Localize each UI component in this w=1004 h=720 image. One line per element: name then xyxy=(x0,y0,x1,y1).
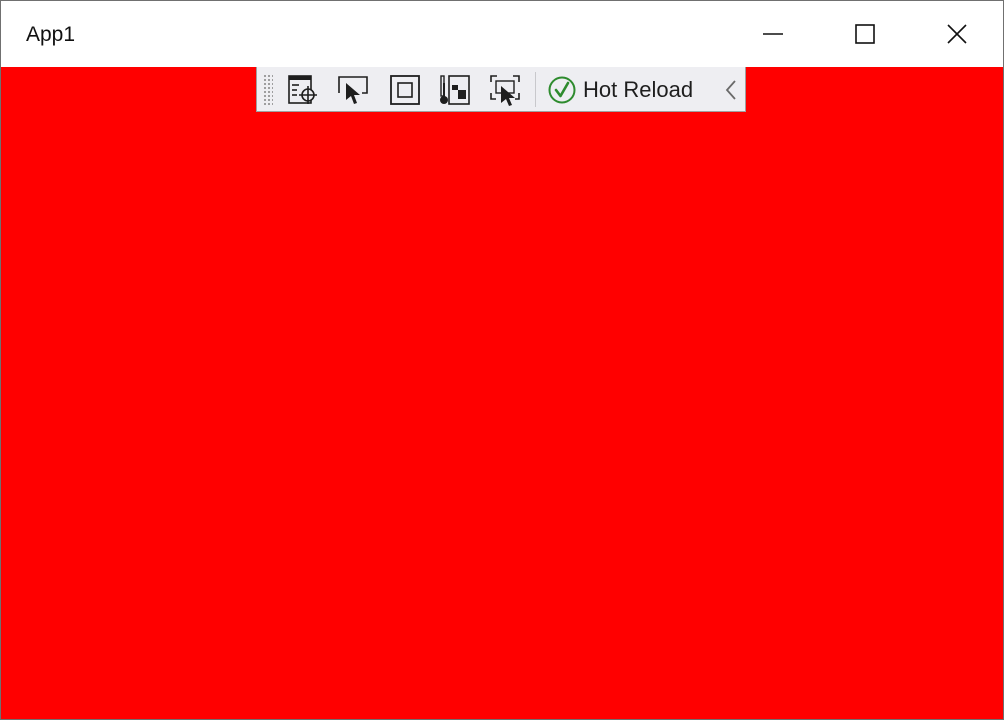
close-icon xyxy=(947,24,967,44)
toolbar-separator xyxy=(535,72,536,107)
app-content-area xyxy=(1,67,1003,719)
maximize-button[interactable] xyxy=(819,1,911,67)
close-button[interactable] xyxy=(911,1,1003,67)
minimize-icon xyxy=(763,33,783,35)
minimize-button[interactable] xyxy=(727,1,819,67)
live-visual-tree-icon xyxy=(288,75,317,104)
hot-reload-status[interactable]: Hot Reload xyxy=(547,74,693,106)
thermometer-icon xyxy=(440,75,470,105)
layout-adorners-button[interactable] xyxy=(385,71,425,109)
xaml-runtime-toolbar: Hot Reload xyxy=(256,67,746,112)
title-bar[interactable]: App1 xyxy=(1,1,1003,67)
window-title: App1 xyxy=(26,23,76,46)
app-window: App1 Hot Reload xyxy=(0,0,1004,720)
chevron-left-icon xyxy=(725,80,736,100)
preview-selection-button[interactable] xyxy=(485,71,525,109)
maximize-icon xyxy=(855,24,875,44)
toolbar-grip-handle[interactable] xyxy=(263,74,273,106)
hot-reload-label: Hot Reload xyxy=(583,77,694,102)
select-element-cursor-icon xyxy=(338,76,368,104)
live-visual-tree-button[interactable] xyxy=(283,71,323,109)
preview-selection-icon xyxy=(490,75,520,106)
layout-adorner-icon xyxy=(390,75,420,105)
collapse-toolbar-button[interactable] xyxy=(721,77,741,103)
checkmark-circle-icon xyxy=(548,76,576,104)
track-focus-button[interactable] xyxy=(435,71,475,109)
select-element-button[interactable] xyxy=(333,71,373,109)
